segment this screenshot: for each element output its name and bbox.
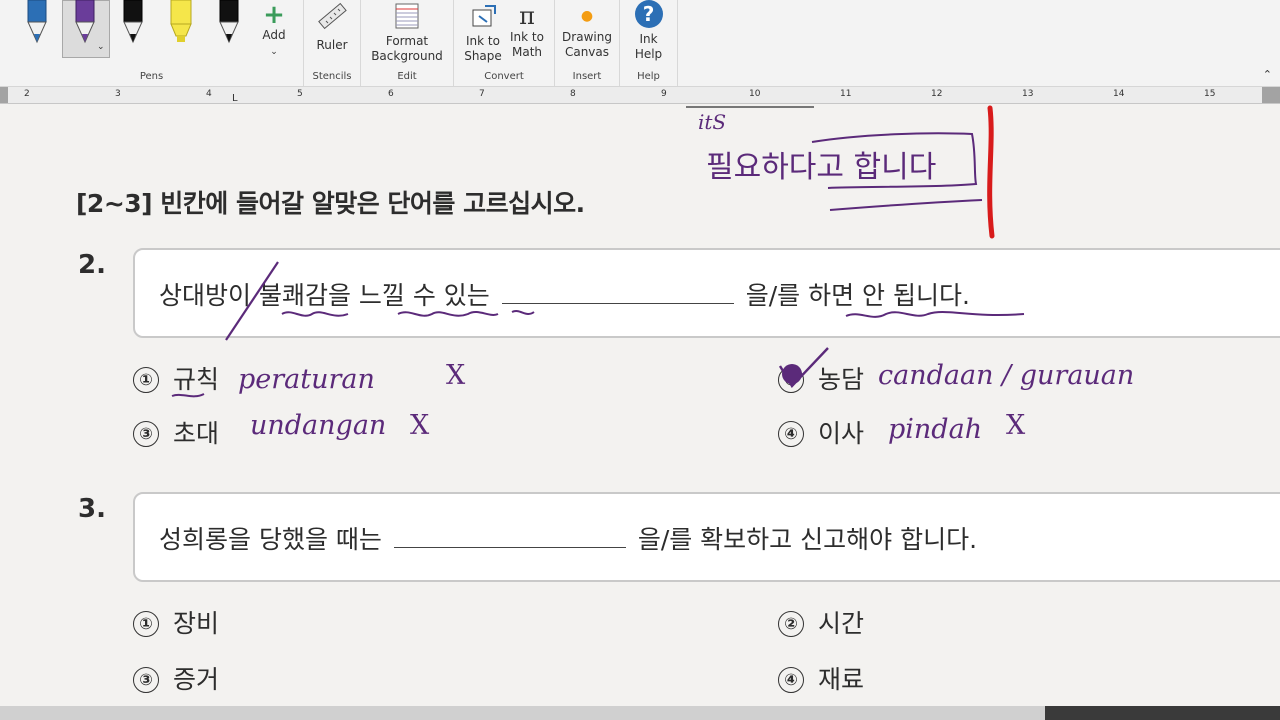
ruler-number: 9 (661, 89, 667, 99)
ink-wave-2 (397, 311, 499, 317)
document-page[interactable]: [2~3] 빈칸에 들어갈 알맞은 단어를 고르십시오. 2. 상대방이 불쾌감… (0, 104, 1280, 706)
collapse-ribbon-icon[interactable]: ⌃ (1263, 68, 1272, 81)
help-group: ? Ink Help Help (620, 0, 678, 86)
edit-group: Format Background Edit (361, 0, 454, 86)
ruler-number: 4 (206, 89, 212, 99)
blue-pen-icon[interactable] (22, 0, 52, 48)
ruler-number: 15 (1204, 89, 1216, 99)
red-ink-line (987, 105, 995, 239)
ink-strokes (171, 105, 1025, 398)
help-group-label: Help (637, 71, 660, 82)
ruler-number: 8 (570, 89, 576, 99)
convert-group-label: Convert (484, 71, 524, 82)
plus-icon: + (263, 0, 285, 30)
insert-group-label: Insert (572, 71, 602, 82)
ruler-number: 13 (1022, 89, 1034, 99)
ruler-number: 10 (749, 89, 761, 99)
black-pen-icon[interactable] (118, 0, 148, 48)
purple-pen-icon[interactable] (70, 0, 100, 48)
pen-dropdown-icon[interactable]: ⌄ (97, 42, 105, 52)
drawing-canvas-icon: ● (580, 8, 594, 24)
ink-wave-5 (171, 393, 205, 398)
pens-group: ⌄ + Add ⌄ Pens (0, 0, 304, 86)
ruler-number: 12 (931, 89, 943, 99)
yellow-highlighter-icon[interactable] (166, 0, 196, 48)
horizontal-ruler[interactable]: 2 3 4 5 6 7 8 9 10 11 12 13 14 15 L (0, 87, 1280, 104)
tab-stop-marker[interactable]: L (232, 93, 238, 104)
ruler-number: 5 (297, 89, 303, 99)
ink-box-stroke (811, 132, 978, 189)
ink-wave-4 (845, 311, 1025, 318)
horizontal-scrollbar[interactable] (0, 706, 1280, 720)
pi-icon: π (519, 2, 535, 30)
stencils-group-label: Stencils (312, 71, 352, 82)
ink-to-shape-button[interactable]: Ink to Shape (460, 2, 506, 64)
add-dropdown-icon: ⌄ (270, 47, 278, 57)
black-pen-2-icon[interactable] (214, 0, 244, 48)
ink-slash-stroke (225, 261, 279, 341)
format-background-button[interactable]: Format Background (363, 2, 451, 64)
help-icon: ? (634, 0, 663, 28)
ink-ribbon: ⌄ + Add ⌄ Pens Ruler Stencils Format Bac… (0, 0, 1280, 87)
ruler-number: 14 (1113, 89, 1125, 99)
ruler-number: 6 (388, 89, 394, 99)
drawing-canvas-button[interactable]: ● Drawing Canvas (557, 2, 617, 60)
edit-group-label: Edit (397, 71, 417, 82)
ink-to-shape-icon (472, 5, 496, 27)
ruler-number: 11 (840, 89, 852, 99)
ink-to-math-button[interactable]: π Ink to Math (504, 2, 550, 60)
ruler-number: 7 (479, 89, 485, 99)
ruler-button[interactable]: Ruler (306, 2, 358, 53)
ink-wave-1 (281, 311, 349, 317)
ink-help-button[interactable]: ? Ink Help (622, 0, 675, 62)
ruler-number: 2 (24, 89, 30, 99)
pens-group-label: Pens (139, 71, 164, 82)
add-pen-button[interactable]: + Add ⌄ (256, 2, 292, 60)
ruler-icon (318, 2, 347, 30)
insert-group: ● Drawing Canvas Insert (555, 0, 620, 86)
format-background-icon (395, 3, 419, 29)
ruler-number: 3 (115, 89, 121, 99)
ink-wave-3 (511, 310, 535, 315)
convert-group: Ink to Shape π Ink to Math Convert (454, 0, 555, 86)
stencils-group: Ruler Stencils (304, 0, 361, 86)
ink-underline-stroke (829, 199, 983, 211)
